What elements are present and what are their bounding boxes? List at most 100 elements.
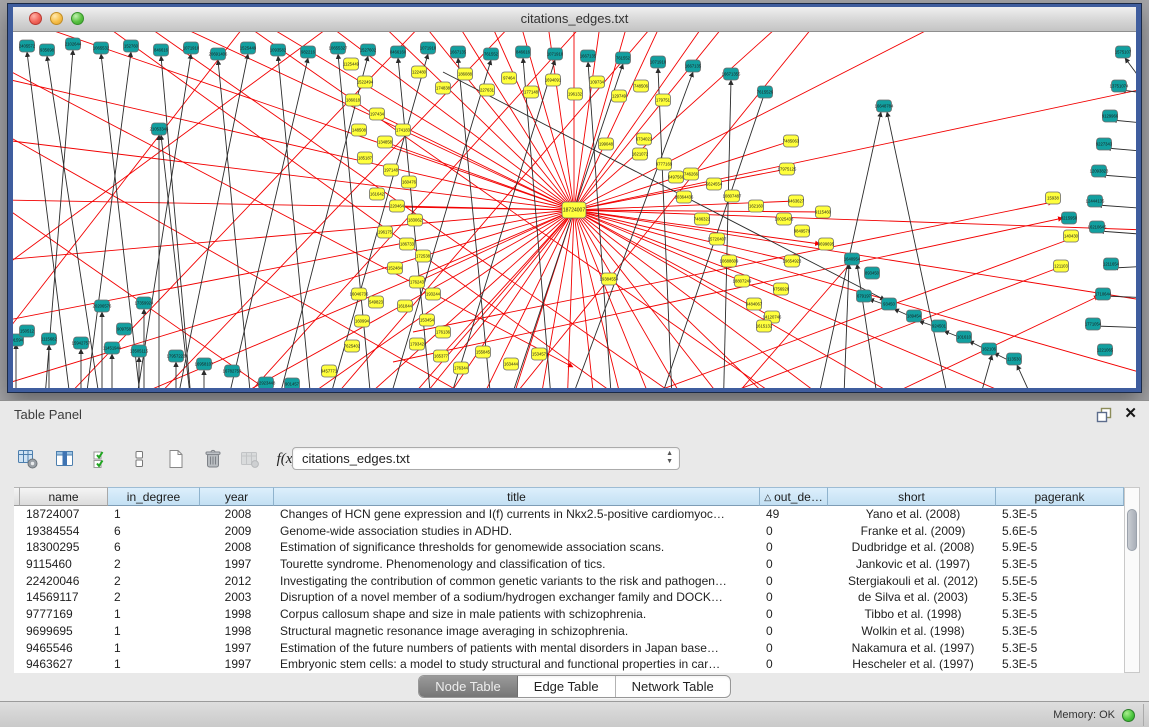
graph-node[interactable]: 10025438: [775, 213, 794, 225]
table-row[interactable]: 946362711997Embryonic stem cells: a mode…: [14, 656, 1124, 673]
graph-node[interactable]: 8215958: [1061, 212, 1078, 224]
cell-title[interactable]: Embryonic stem cells: a model to study s…: [274, 656, 760, 673]
cell-name[interactable]: 14569117: [20, 589, 108, 606]
graph-node[interactable]: 122480: [412, 66, 427, 78]
table-body[interactable]: 18724007 1 2008Changes of HCN gene express…: [14, 506, 1124, 673]
graph-node[interactable]: 172538: [416, 250, 431, 262]
float-panel-icon[interactable]: [1095, 406, 1113, 424]
table-row[interactable]: 2242004622012Investigating the contribut…: [14, 573, 1124, 590]
graph-node[interactable]: 748506: [634, 80, 649, 92]
graph-node[interactable]: 1071918: [650, 56, 667, 68]
graph-node[interactable]: 13505115: [130, 345, 149, 357]
graph-node[interactable]: 1771054: [1085, 318, 1102, 330]
graph-node[interactable]: 9777169: [656, 158, 673, 170]
column-header-out_de[interactable]: △out_de…: [760, 487, 828, 506]
graph-node[interactable]: 12923448: [257, 377, 276, 388]
graph-node[interactable]: 177148: [524, 86, 539, 98]
table-tab-switcher[interactable]: Node Table Edge Table Network Table: [418, 675, 731, 698]
graph-node[interactable]: 1667135: [450, 46, 467, 58]
graph-node[interactable]: 19384554: [600, 273, 619, 285]
graph-node[interactable]: 18807249: [733, 275, 752, 287]
graph-node[interactable]: 9849579: [794, 225, 811, 237]
graph-node[interactable]: 846616: [516, 46, 531, 58]
graph-node[interactable]: 16671355: [722, 68, 741, 80]
cell-name[interactable]: 9699695: [20, 623, 108, 640]
vertical-scrollbar[interactable]: [1124, 487, 1140, 673]
graph-node[interactable]: 1115682: [41, 333, 57, 345]
graph-node[interactable]: 17957223: [167, 350, 186, 362]
graph-node[interactable]: 189454: [907, 310, 922, 322]
graph-node[interactable]: 1071918: [547, 48, 564, 60]
graph-node[interactable]: 9699695: [818, 238, 835, 250]
graph-node[interactable]: 109734: [590, 76, 605, 88]
graph-node[interactable]: 16782759: [223, 365, 242, 377]
cell-title[interactable]: Estimation of significance thresholds fo…: [274, 539, 760, 556]
graph-node[interactable]: 1615132: [756, 320, 773, 332]
cell-out_de[interactable]: 0: [760, 539, 828, 556]
graph-node[interactable]: 162160: [749, 200, 764, 212]
cell-name[interactable]: 18300295: [20, 539, 108, 556]
graph-node[interactable]: 161642: [370, 188, 385, 200]
cell-pagerank[interactable]: 5.9E-5: [996, 539, 1124, 556]
tab-node-table[interactable]: Node Table: [419, 676, 518, 697]
graph-node[interactable]: 183062: [408, 214, 423, 226]
cell-title[interactable]: Corpus callosum shape and size in male p…: [274, 606, 760, 623]
table-row[interactable]: 1872400712008Changes of HCN gene express…: [14, 506, 1124, 523]
cell-out_de[interactable]: 49: [760, 506, 828, 523]
graph-node[interactable]: 1667135: [580, 50, 597, 62]
graph-node[interactable]: 1640954: [844, 253, 861, 265]
graph-node[interactable]: 196132: [568, 88, 583, 100]
cell-pagerank[interactable]: 5.3E-5: [996, 589, 1124, 606]
graph-node[interactable]: 176136: [436, 326, 451, 338]
graph-node[interactable]: 134858: [378, 136, 393, 148]
column-header-title[interactable]: title: [274, 487, 760, 506]
graph-node[interactable]: 746266: [684, 168, 699, 180]
cell-name[interactable]: 18724007: [20, 506, 108, 523]
network-window[interactable]: citations_edges.txt 2405572935: [8, 4, 1141, 392]
graph-node[interactable]: 12444135: [1086, 195, 1105, 207]
graph-node[interactable]: 549823: [369, 296, 384, 308]
cell-year[interactable]: 2008: [200, 506, 274, 523]
graph-node[interactable]: 162106: [982, 343, 997, 355]
cell-pagerank[interactable]: 5.3E-5: [996, 556, 1124, 573]
cell-out_de[interactable]: 0: [760, 656, 828, 673]
graph-node[interactable]: 1527602: [360, 44, 377, 56]
cell-year[interactable]: 2008: [200, 539, 274, 556]
graph-node[interactable]: 7625402: [344, 340, 361, 352]
graph-node[interactable]: 1071918: [183, 42, 200, 54]
graph-node[interactable]: 2405572: [19, 40, 36, 52]
cell-in_degree[interactable]: 2: [108, 589, 200, 606]
graph-node[interactable]: 935698: [40, 44, 55, 56]
graph-node[interactable]: 9457771: [321, 365, 338, 377]
graph-node[interactable]: 152484: [388, 262, 403, 274]
graph-node[interactable]: 15720407: [708, 233, 727, 245]
select-columns-button[interactable]: [88, 445, 116, 473]
graph-node[interactable]: 140430: [1064, 230, 1079, 242]
graph-node[interactable]: 185187: [358, 152, 373, 164]
graph-node[interactable]: 9227343: [1096, 138, 1113, 150]
graph-node[interactable]: 186018: [346, 94, 361, 106]
hub-node[interactable]: 18724007: [562, 202, 586, 218]
cell-out_de[interactable]: 0: [760, 623, 828, 640]
cell-name[interactable]: 9463627: [20, 656, 108, 673]
graph-node[interactable]: 909758: [117, 323, 132, 335]
network-canvas[interactable]: 2405572935698210264410655321527608466161…: [13, 32, 1136, 388]
graph-node[interactable]: 1667135: [685, 60, 702, 72]
table-selector-dropdown[interactable]: citations_edges.txt ▲▼: [292, 447, 680, 470]
graph-node[interactable]: 982216: [301, 46, 316, 58]
row-cards-button[interactable]: [125, 445, 153, 473]
delete-column-button[interactable]: [199, 445, 227, 473]
cell-pagerank[interactable]: 5.6E-5: [996, 523, 1124, 540]
graph-node[interactable]: 163444: [504, 358, 519, 370]
graph-node[interactable]: 13751074: [1110, 80, 1129, 92]
graph-node[interactable]: 16648784: [875, 100, 894, 112]
cell-title[interactable]: Structural magnetic resonance image aver…: [274, 623, 760, 640]
graph-node[interactable]: 761552: [616, 52, 631, 64]
cell-in_degree[interactable]: 1: [108, 656, 200, 673]
show-column-button[interactable]: [51, 445, 79, 473]
cell-short[interactable]: Stergiakouli et al. (2012): [828, 573, 996, 590]
cell-title[interactable]: Changes of HCN gene expression and I(f) …: [274, 506, 760, 523]
cell-out_de[interactable]: 0: [760, 606, 828, 623]
scrollbar-thumb[interactable]: [1127, 509, 1137, 551]
cell-short[interactable]: Wolkin et al. (1998): [828, 623, 996, 640]
